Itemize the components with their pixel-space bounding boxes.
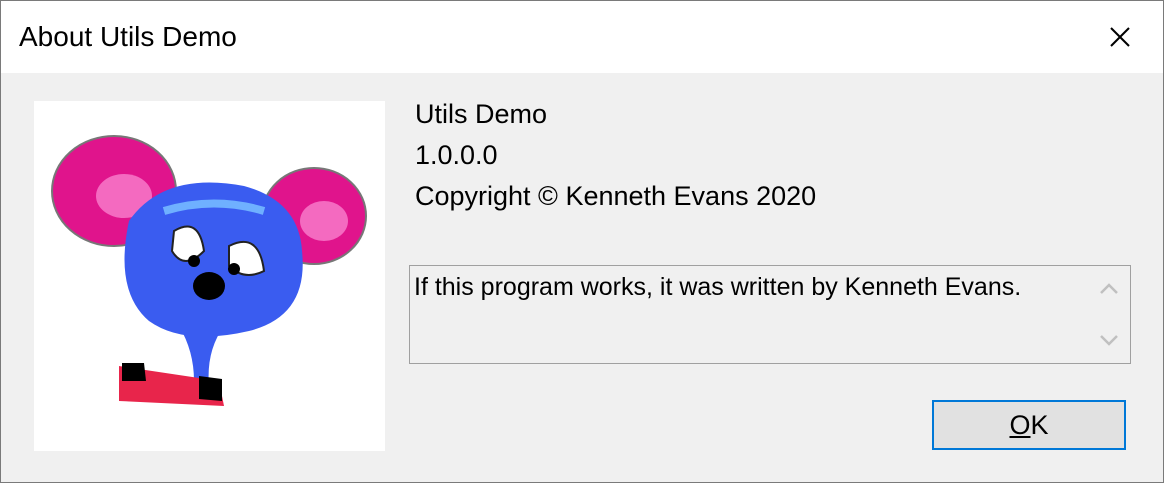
description-textbox[interactable]: If this program works, it was written by…: [409, 265, 1131, 364]
product-name: Utils Demo: [415, 99, 548, 129]
description-text: If this program works, it was written by…: [414, 273, 1022, 301]
copyright-label: Copyright © Kenneth Evans 2020: [415, 181, 817, 211]
scroll-down-button[interactable]: [1088, 321, 1130, 361]
ok-button[interactable]: OK: [932, 400, 1126, 450]
chevron-down-icon: [1100, 335, 1118, 346]
chevron-up-icon: [1100, 283, 1118, 294]
ok-label-rest: K: [1030, 409, 1049, 440]
logo-image: [34, 101, 385, 451]
close-icon: [1110, 27, 1130, 47]
scroll-up-button[interactable]: [1088, 268, 1130, 308]
close-button[interactable]: [1077, 1, 1163, 73]
title-bar: About Utils Demo: [1, 1, 1163, 73]
version-label: 1.0.0.0: [415, 140, 498, 170]
dialog-title: About Utils Demo: [19, 21, 237, 52]
about-dialog: About Utils Demo Utils Demo 1.0.0.0 Copy…: [0, 0, 1164, 483]
vertical-scrollbar[interactable]: [1088, 266, 1130, 363]
ok-accelerator: O: [1009, 409, 1031, 440]
mouse-logo-icon: [51, 135, 367, 406]
